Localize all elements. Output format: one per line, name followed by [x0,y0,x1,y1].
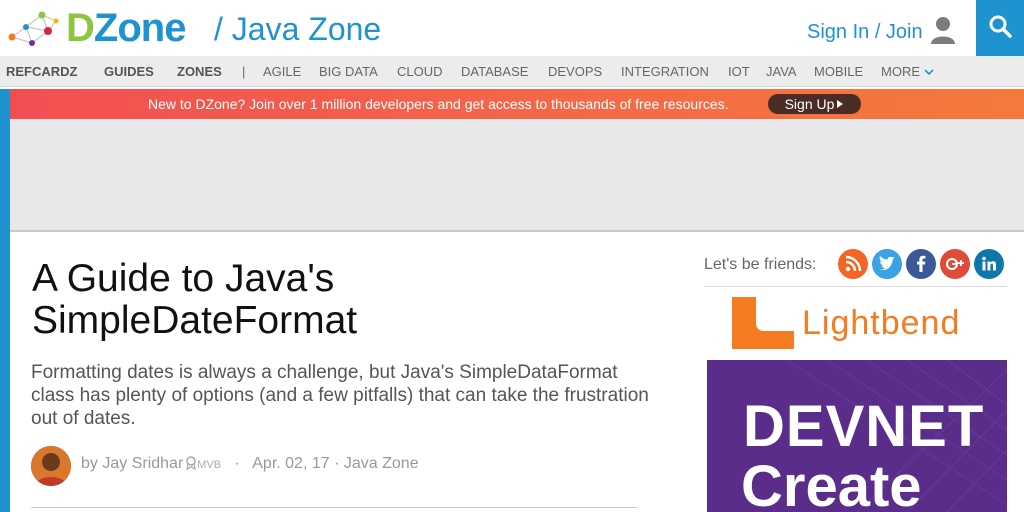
nav-zone-devops[interactable]: DEVOPS [548,64,602,79]
main-nav: REFCARDZ GUIDES ZONES | AGILE BIG DATA C… [0,56,1024,87]
linkedin-button[interactable] [974,249,1004,279]
lightbend-logo-icon [732,297,794,349]
brand-letter: D [66,6,95,50]
nav-zone-big-data[interactable]: BIG DATA [319,64,378,79]
rail-divider [704,286,1007,287]
brand-word: Zone [93,6,187,50]
author-photo-icon [31,446,71,486]
signup-label: Sign Up [784,96,835,112]
site-brand[interactable]: DZone [66,6,187,50]
google-plus-icon [946,258,964,270]
meta-separator: · [234,455,240,472]
author-name[interactable]: Jay Sridhar [102,455,183,472]
twitter-icon [879,256,895,270]
mvb-badge: MVB [197,459,222,471]
nav-more-dropdown[interactable]: MORE [881,64,934,79]
nav-zone-database[interactable]: DATABASE [461,64,528,79]
nav-refcardz[interactable]: REFCARDZ [6,64,78,79]
ad-headline-line2: Create [741,454,922,512]
author-avatar[interactable] [31,446,71,486]
user-icon[interactable] [930,16,956,44]
devnet-create-ad[interactable]: DEVNET Create [707,360,1007,512]
article-summary: Formatting dates is always a challenge, … [31,362,649,429]
rss-button[interactable] [838,249,868,279]
promo-banner: New to DZone? Join over 1 million develo… [10,89,1024,119]
site-header: DZone / Java Zone Sign In / Join [0,0,1024,56]
ad-headline-line1: DEVNET [743,394,985,459]
rss-icon [845,255,862,272]
linkedin-icon [982,256,996,271]
article-title-line1: A Guide to Java's [32,257,335,300]
sign-in-link[interactable]: Sign In / Join [807,20,923,44]
facebook-button[interactable] [906,249,936,279]
meta-separator: · [334,455,340,472]
promo-text: New to DZone? Join over 1 million develo… [148,96,729,112]
sponsor-name: Lightbend [802,304,961,342]
ad-placeholder [10,119,1024,232]
article-zone[interactable]: Java Zone [344,455,419,472]
mvb-badge-icon [186,456,197,471]
signup-button[interactable]: Sign Up [768,94,861,114]
facebook-icon [917,255,926,272]
nav-zone-mobile[interactable]: MOBILE [814,64,863,79]
nav-zone-iot[interactable]: IOT [728,64,750,79]
nav-guides[interactable]: GUIDES [104,64,154,79]
nav-separator: | [242,64,246,79]
nav-zone-cloud[interactable]: CLOUD [397,64,443,79]
left-accent-bar [0,89,10,512]
dzone-network-logo[interactable] [4,7,62,49]
twitter-button[interactable] [872,249,902,279]
nav-zone-java[interactable]: JAVA [766,64,797,79]
chevron-down-icon [924,69,934,76]
article-divider [31,507,637,508]
social-label: Let's be friends: [704,256,817,273]
nav-zone-agile[interactable]: AGILE [263,64,301,79]
author-prefix: by [81,455,98,472]
nav-zones[interactable]: ZONES [177,64,222,79]
article-date: Apr. 02, 17 [252,455,330,472]
zone-title[interactable]: / Java Zone [214,10,381,48]
play-arrow-icon [837,100,844,108]
google-plus-button[interactable] [940,249,970,279]
search-icon [989,15,1012,38]
article-title-line2: SimpleDateFormat [32,299,358,342]
article-meta: by Jay Sridhar MVB · Apr. 02, 17 · Java Z… [81,455,419,474]
nav-more-label: MORE [881,64,920,79]
search-button[interactable] [976,0,1024,56]
article-title: A Guide to Java's SimpleDateFormat [32,258,652,342]
sponsor-lightbend-ad[interactable]: Lightbend [732,297,992,349]
nav-zone-integration[interactable]: INTEGRATION [621,64,709,79]
